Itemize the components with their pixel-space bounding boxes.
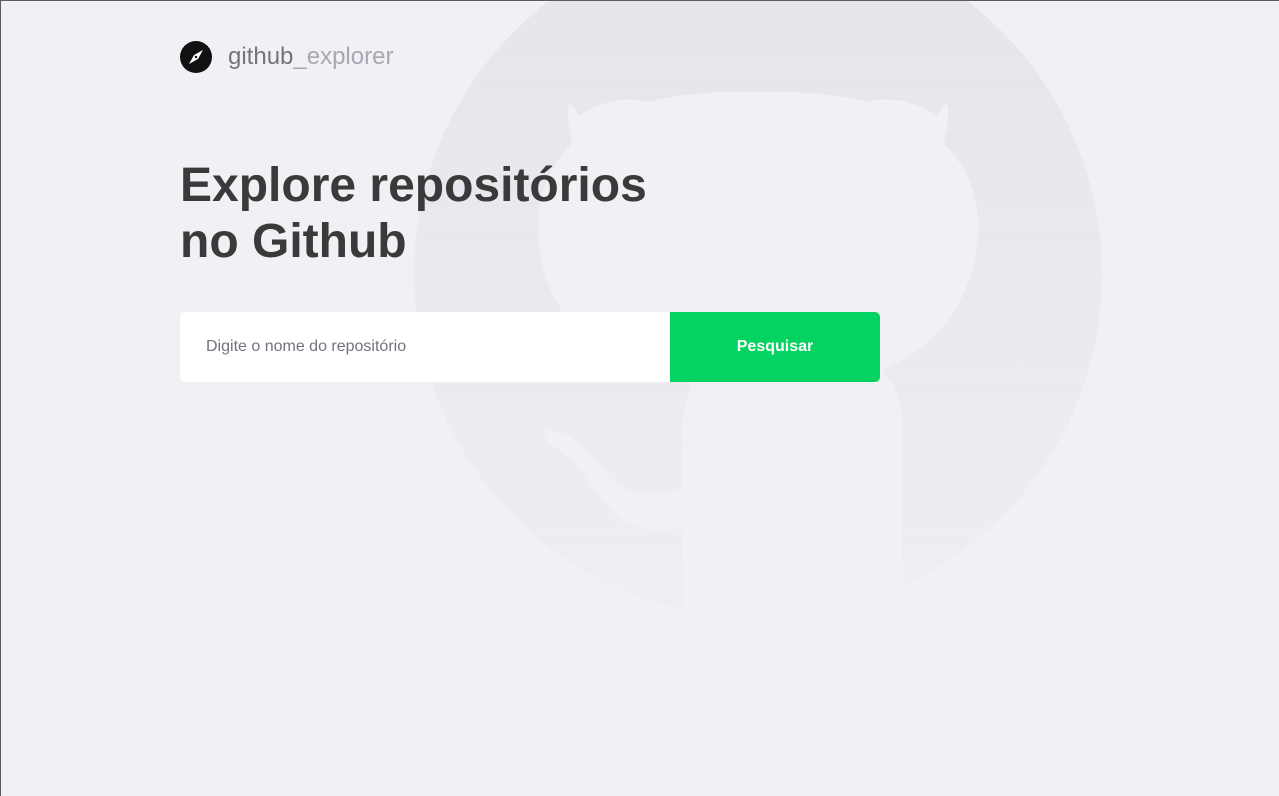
page-title-line-1: Explore repositórios — [180, 159, 647, 212]
brand-name-suffix: _explorer — [293, 43, 394, 70]
repository-search-input[interactable] — [180, 312, 670, 382]
page-title-line-2: no Github — [180, 215, 407, 268]
search-form: Pesquisar — [180, 312, 880, 382]
main-content: github_explorer Explore repositórios no G… — [180, 40, 880, 382]
brand-logo: github_explorer — [180, 40, 880, 74]
brand-name-prefix: github — [228, 43, 294, 70]
page-title: Explore repositórios no Github — [180, 158, 700, 270]
compass-icon — [180, 41, 212, 73]
search-button[interactable]: Pesquisar — [670, 312, 880, 382]
brand-name: github_explorer — [228, 43, 393, 71]
